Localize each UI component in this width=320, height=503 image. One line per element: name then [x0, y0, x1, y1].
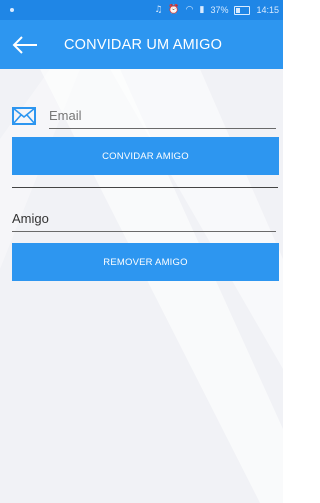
- battery-percentage: 37%: [210, 5, 229, 15]
- app-bar: CONVIDAR UM AMIGO: [0, 20, 283, 69]
- email-input[interactable]: [49, 105, 276, 129]
- alarm-icon: ⏰: [168, 5, 180, 15]
- friend-input[interactable]: [12, 208, 276, 232]
- friend-row: [12, 206, 276, 232]
- email-row: [12, 103, 276, 129]
- status-bar: ♫ ⏰ ◠ ▮ 37% 14:15: [0, 0, 283, 20]
- sound-icon: ♫: [154, 5, 163, 15]
- background-light-streak: [0, 69, 283, 503]
- battery-icon: [234, 5, 251, 15]
- arrow-left-icon: [12, 35, 37, 54]
- mail-icon: [12, 107, 36, 125]
- main-content: CONVIDAR AMIGO REMOVER AMIGO: [0, 69, 283, 503]
- clock: 14:15: [256, 5, 279, 15]
- wifi-icon: ◠: [185, 5, 194, 15]
- notification-dot-icon: [10, 8, 14, 12]
- section-divider: [12, 187, 278, 188]
- remove-friend-button[interactable]: REMOVER AMIGO: [12, 243, 279, 281]
- back-button[interactable]: [6, 20, 44, 69]
- invite-friend-button[interactable]: CONVIDAR AMIGO: [12, 137, 279, 175]
- signal-icon: ▮: [199, 5, 205, 15]
- page-title: CONVIDAR UM AMIGO: [64, 36, 223, 53]
